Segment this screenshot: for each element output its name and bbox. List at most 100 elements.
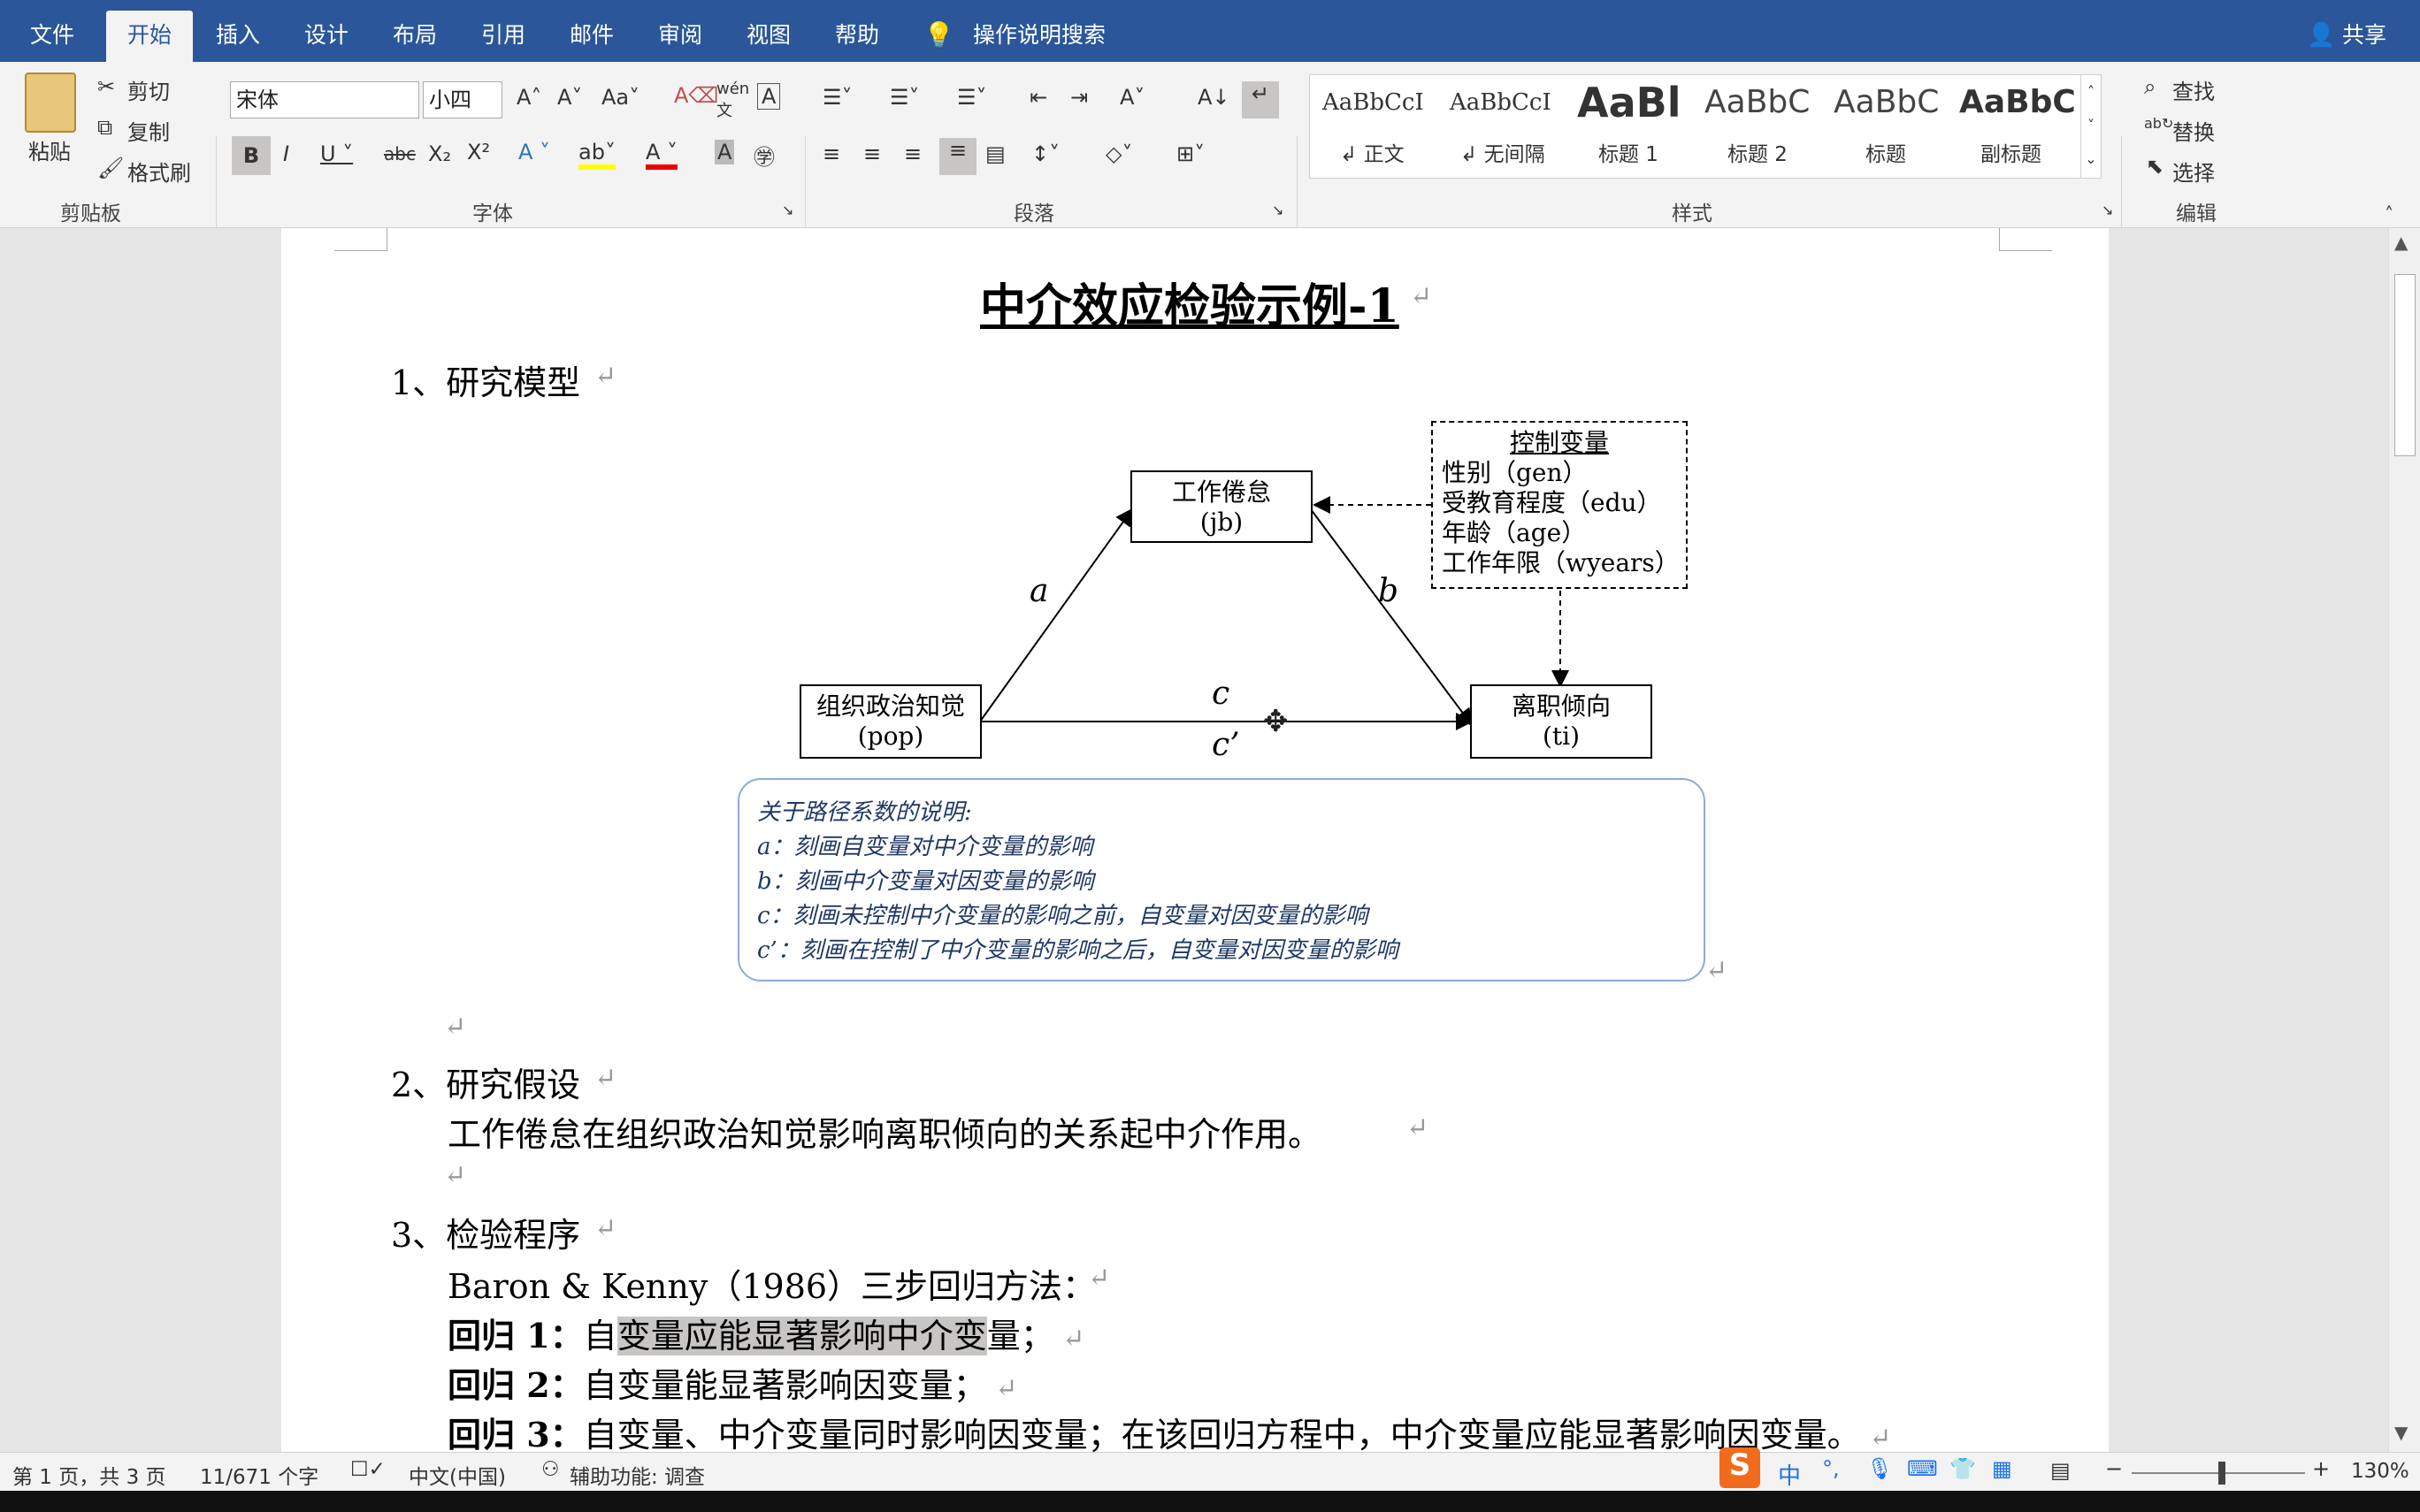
char-shading-icon[interactable]: A (715, 140, 735, 164)
style-subtitle[interactable]: 副标题 (1980, 137, 2041, 167)
font-dialog-launcher-icon[interactable]: ↘ (782, 202, 793, 218)
numbering-icon[interactable]: ☰˅ (890, 85, 920, 110)
zoom-level[interactable]: 130% (2351, 1460, 2409, 1483)
styles-dialog-launcher-icon[interactable]: ↘ (2102, 202, 2113, 218)
skin-icon[interactable]: 👕 (1949, 1456, 1976, 1481)
share-button[interactable]: 共享 (2342, 0, 2386, 62)
zoom-in-icon[interactable]: + (2312, 1456, 2330, 1481)
document-page[interactable]: 中介效应检验示例-1 ↵ 1、研究模型 ↵ 工作倦怠 (jb) 组织政治知觉 (… (281, 228, 2109, 1452)
keyboard-icon[interactable]: ⌨ (1907, 1456, 1938, 1481)
styles-scroll-icon[interactable]: ˄ ˅ ⌄ (2080, 74, 2102, 179)
copy-button[interactable]: 复制 (127, 115, 170, 146)
language-indicator[interactable]: 中文(中国) (409, 1460, 506, 1490)
text-effects-icon[interactable]: A ˅ (518, 140, 550, 164)
enclose-char-icon[interactable]: ㊫ (754, 140, 775, 171)
tab-layout[interactable]: 布局 (393, 0, 437, 62)
node-perceived-politics[interactable]: 组织政治知觉 (pop) (800, 684, 982, 759)
tab-design[interactable]: 设计 (304, 0, 348, 62)
regression-2-line[interactable]: 回归 2：自变量能显著影响因变量； ↵ (448, 1358, 1017, 1407)
bold-icon[interactable]: B (232, 136, 271, 175)
superscript-icon[interactable]: X² (467, 140, 490, 164)
control-variables-box[interactable]: 控制变量 性别（gen） 受教育程度（edu） 年龄（age） 工作年限（wye… (1431, 421, 1688, 589)
path-notes-box[interactable]: 关于路径系数的说明: a：刻画自变量对中介变量的影响 b：刻画中介变量对因变量的… (738, 778, 1705, 981)
view-mode-icon[interactable]: ▤ (2050, 1458, 2071, 1483)
heading-procedure[interactable]: 3、检验程序 (391, 1208, 580, 1256)
italic-icon[interactable]: I (283, 141, 289, 166)
scrollbar-thumb[interactable] (2394, 274, 2416, 456)
shrink-font-icon[interactable]: A˅ (557, 85, 582, 110)
vertical-scrollbar[interactable]: ▲ ▼ (2388, 228, 2420, 1452)
style-preview[interactable]: AaBl (1577, 79, 1681, 126)
underline-icon[interactable]: U ˅ (320, 141, 353, 166)
style-heading2[interactable]: 标题 2 (1727, 137, 1788, 167)
bullets-icon[interactable]: ☰˅ (823, 85, 853, 110)
regression-1-line[interactable]: 回归 1：自变量应能显著影响中介变量； ↵ (448, 1309, 1084, 1357)
format-painter-button[interactable]: 格式刷 (127, 156, 191, 187)
highlight-color-icon[interactable]: ab˅ (578, 140, 616, 170)
justify-icon[interactable]: ≡ (939, 138, 976, 175)
char-border-icon[interactable]: A (757, 83, 781, 110)
scroll-down-icon[interactable]: ▼ (2394, 1422, 2408, 1443)
font-color-icon[interactable]: A ˅ (646, 140, 678, 170)
grow-font-icon[interactable]: A˄ (517, 85, 541, 110)
zoom-slider-thumb[interactable] (2218, 1462, 2225, 1485)
page-count[interactable]: 第 1 页，共 3 页 (12, 1460, 166, 1490)
borders-icon[interactable]: ⊞˅ (1176, 141, 1205, 166)
tab-view[interactable]: 视图 (747, 0, 791, 62)
find-button[interactable]: 查找 (2172, 74, 2215, 105)
chinese-layout-icon[interactable]: A˅ (1120, 85, 1145, 110)
style-no-spacing[interactable]: ↲ 无间隔 (1460, 137, 1545, 167)
select-button[interactable]: 选择 (2172, 156, 2215, 187)
toolbox-icon[interactable]: ▦ (1992, 1456, 2012, 1481)
show-marks-icon[interactable]: ↵ (1242, 81, 1279, 118)
node-job-burnout[interactable]: 工作倦怠 (jb) (1130, 470, 1313, 543)
tab-insert[interactable]: 插入 (216, 0, 260, 62)
sort-icon[interactable]: A↓ (1198, 85, 1230, 110)
strikethrough-icon[interactable]: abc (384, 143, 416, 164)
zoom-out-icon[interactable]: − (2105, 1456, 2123, 1481)
tab-help[interactable]: 帮助 (835, 0, 879, 62)
style-normal[interactable]: ↲ 正文 (1340, 137, 1405, 167)
phonetic-guide-icon[interactable]: wén 文 (716, 80, 749, 121)
word-count[interactable]: 11/671 个字 (200, 1460, 318, 1490)
style-preview[interactable]: AaBbC (1834, 84, 1939, 120)
node-turnover-intention[interactable]: 离职倾向 (ti) (1470, 684, 1652, 759)
subscript-icon[interactable]: X₂ (428, 141, 451, 166)
cut-button[interactable]: 剪切 (127, 74, 170, 105)
change-case-icon[interactable]: Aa˅ (601, 85, 639, 110)
regression-3-line[interactable]: 回归 3：自变量、中介变量同时影响因变量；在该回归方程中，中介变量应能显著影响因… (448, 1408, 1891, 1452)
selected-text[interactable]: 变量应能显著影响中介变 (616, 1317, 987, 1355)
tab-references[interactable]: 引用 (481, 0, 525, 62)
microphone-icon[interactable]: 🎙 (1866, 1456, 1893, 1481)
increase-indent-icon[interactable]: ⇥ (1070, 85, 1088, 110)
paste-button[interactable]: 粘贴 (28, 134, 71, 165)
align-right-icon[interactable]: ≡ (904, 141, 922, 166)
scroll-up-icon[interactable]: ▲ (2394, 232, 2408, 253)
shading-icon[interactable]: ◇˅ (1106, 141, 1132, 166)
distributed-icon[interactable]: ▤ (985, 141, 1006, 166)
paste-icon[interactable] (25, 73, 76, 133)
tab-review[interactable]: 审阅 (658, 0, 702, 62)
font-size-dropdown[interactable]: 小四 (423, 81, 502, 118)
ime-punct-icon[interactable]: °, (1822, 1456, 1840, 1481)
ime-chinese-icon[interactable]: 中 (1778, 1458, 1801, 1491)
align-center-icon[interactable]: ≡ (863, 141, 881, 166)
paragraph-dialog-launcher-icon[interactable]: ↘ (1272, 202, 1283, 218)
multilevel-list-icon[interactable]: ☰˅ (957, 85, 987, 110)
heading-hypothesis[interactable]: 2、研究假设 (391, 1058, 580, 1106)
hypothesis-text[interactable]: 工作倦怠在组织政治知觉影响离职倾向的关系起中介作用。 (448, 1107, 1321, 1156)
style-heading1[interactable]: 标题 1 (1598, 137, 1658, 167)
font-name-dropdown[interactable]: 宋体 (230, 81, 419, 118)
method-text[interactable]: Baron & Kenny（1986）三步回归方法： (448, 1259, 1096, 1308)
tab-home[interactable]: 开始 (106, 11, 194, 62)
tell-me-search[interactable]: 操作说明搜索 (973, 0, 1106, 62)
style-preview[interactable]: AaBbC (1959, 84, 2076, 120)
collapse-ribbon-icon[interactable]: ˄ (2385, 203, 2393, 225)
proofing-icon[interactable]: ☐✓ (350, 1458, 386, 1481)
style-preview[interactable]: AaBbCcI (1322, 89, 1424, 116)
decrease-indent-icon[interactable]: ⇤ (1030, 85, 1047, 110)
style-title[interactable]: 标题 (1865, 137, 1906, 167)
line-spacing-icon[interactable]: ↕˅ (1031, 141, 1060, 166)
tab-file[interactable]: 文件 (30, 0, 74, 62)
replace-button[interactable]: 替换 (2172, 115, 2215, 146)
